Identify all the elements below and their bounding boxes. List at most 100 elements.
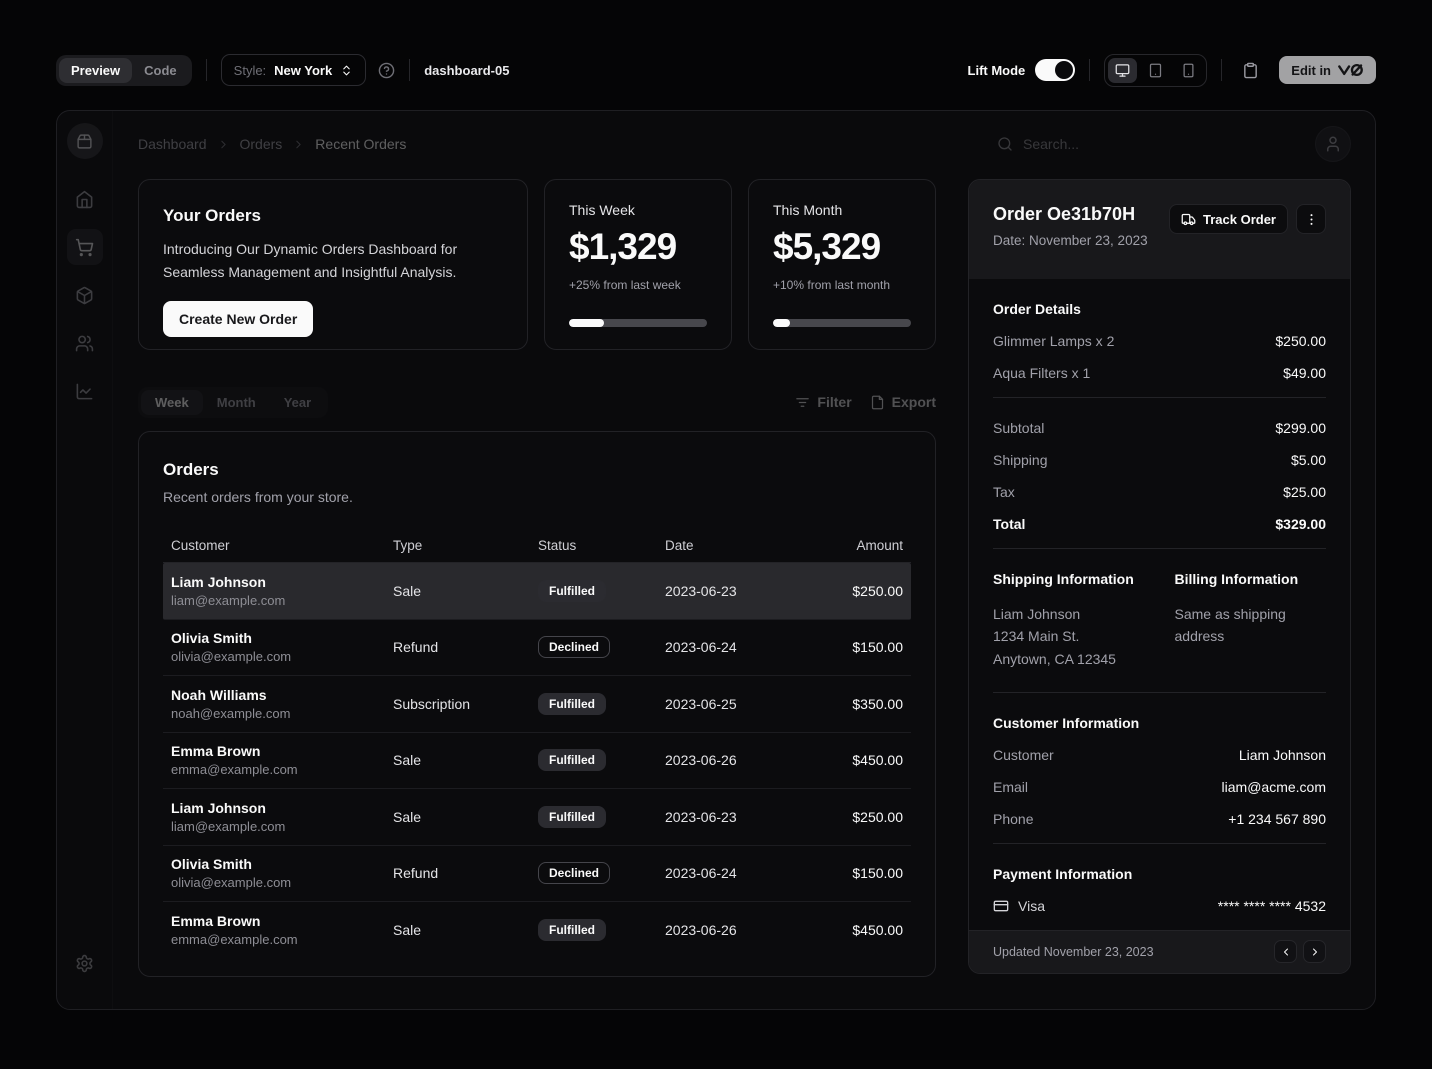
search-box xyxy=(997,136,1297,152)
sidebar-item-analytics[interactable] xyxy=(67,373,103,409)
order-details-heading: Order Details xyxy=(993,301,1326,317)
info-label: Email xyxy=(993,779,1028,795)
phone-view-button[interactable] xyxy=(1174,58,1203,83)
shopping-cart-icon xyxy=(75,238,94,257)
column-header-type: Type xyxy=(393,538,538,553)
order-date: 2023-06-26 xyxy=(665,752,805,768)
lift-mode-toggle[interactable] xyxy=(1035,59,1075,81)
total-row: Total$329.00 xyxy=(993,516,1326,532)
order-detail-panel: Order Oe31b70H Date: November 23, 2023 T… xyxy=(968,179,1351,974)
sidebar-item-orders[interactable] xyxy=(67,229,103,265)
order-date: 2023-06-24 xyxy=(665,639,805,655)
orders-table: Customer Type Status Date Amount Liam Jo… xyxy=(163,529,911,959)
table-row[interactable]: Liam Johnsonliam@example.com Sale Fulfil… xyxy=(163,789,911,846)
package2-logo-icon xyxy=(76,133,93,150)
filter-icon xyxy=(795,395,810,410)
customer-email: olivia@example.com xyxy=(171,649,393,664)
lift-mode-label: Lift Mode xyxy=(968,63,1026,78)
edit-in-v0-button[interactable]: Edit in xyxy=(1279,56,1376,84)
search-input[interactable] xyxy=(1023,136,1297,152)
divider xyxy=(993,397,1326,398)
order-type: Sale xyxy=(393,583,538,599)
customer-info-heading: Customer Information xyxy=(993,715,1326,731)
stat-delta: +25% from last week xyxy=(569,278,707,292)
customer-row: CustomerLiam Johnson xyxy=(993,747,1326,763)
tab-week[interactable]: Week xyxy=(141,390,203,415)
breadcrumb-dashboard[interactable]: Dashboard xyxy=(138,136,207,152)
chevron-right-icon xyxy=(292,138,305,151)
order-more-menu-button[interactable] xyxy=(1296,204,1326,234)
customer-email: liam@example.com xyxy=(171,819,393,834)
order-date: 2023-06-25 xyxy=(665,696,805,712)
user-avatar[interactable] xyxy=(1315,126,1351,162)
table-row[interactable]: Emma Brownemma@example.com Sale Fulfille… xyxy=(163,733,911,790)
period-tabs-row: Week Month Year Filter Export xyxy=(138,387,936,417)
code-tab[interactable]: Code xyxy=(132,58,189,83)
app-logo-button[interactable] xyxy=(67,123,103,159)
customer-email: olivia@example.com xyxy=(171,875,393,890)
customer-name: Emma Brown xyxy=(171,913,393,929)
next-order-button[interactable] xyxy=(1303,940,1326,963)
divider xyxy=(993,692,1326,693)
order-type: Subscription xyxy=(393,696,538,712)
table-row[interactable]: Olivia Smitholivia@example.com Refund De… xyxy=(163,846,911,903)
file-icon xyxy=(870,395,885,410)
chevron-right-icon xyxy=(1309,946,1321,958)
payment-method: Visa xyxy=(1018,898,1045,914)
period-tabs: Week Month Year xyxy=(138,387,328,418)
customer-email: liam@example.com xyxy=(171,593,393,608)
table-row[interactable]: Noah Williamsnoah@example.com Subscripti… xyxy=(163,676,911,733)
total-label: Tax xyxy=(993,484,1015,500)
create-new-order-button[interactable]: Create New Order xyxy=(163,301,313,337)
your-orders-card: Your Orders Introducing Our Dynamic Orde… xyxy=(138,179,528,350)
order-amount: $250.00 xyxy=(805,583,911,599)
order-type: Refund xyxy=(393,639,538,655)
preview-code-toggle: Preview Code xyxy=(56,55,192,86)
item-price: $250.00 xyxy=(1275,333,1326,349)
sidebar-item-customers[interactable] xyxy=(67,325,103,361)
divider xyxy=(409,59,410,81)
divider xyxy=(1089,59,1090,81)
clipboard-icon xyxy=(1242,62,1259,79)
help-circle-icon xyxy=(378,62,395,79)
order-type: Sale xyxy=(393,809,538,825)
payment-row: Visa **** **** **** 4532 xyxy=(993,898,1326,914)
sidebar xyxy=(57,111,113,1009)
tablet-view-button[interactable] xyxy=(1141,58,1170,83)
tab-year[interactable]: Year xyxy=(270,390,325,415)
track-order-label: Track Order xyxy=(1203,212,1276,227)
order-date: 2023-06-26 xyxy=(665,922,805,938)
subtotal-row: Subtotal$299.00 xyxy=(993,420,1326,436)
style-select[interactable]: Style: New York xyxy=(221,54,367,86)
help-button[interactable] xyxy=(378,62,395,79)
sidebar-item-products[interactable] xyxy=(67,277,103,313)
filter-button[interactable]: Filter xyxy=(795,394,851,410)
truck-icon xyxy=(1181,212,1196,227)
table-row[interactable]: Olivia Smitholivia@example.com Refund De… xyxy=(163,620,911,677)
column-header-status: Status xyxy=(538,538,665,553)
top-toolbar: Preview Code Style: New York dashboard-0… xyxy=(56,49,1376,91)
sidebar-item-settings[interactable] xyxy=(67,945,103,981)
sidebar-item-home[interactable] xyxy=(67,181,103,217)
preview-tab[interactable]: Preview xyxy=(59,58,132,83)
table-row[interactable]: Liam Johnsonliam@example.com Sale Fulfil… xyxy=(163,563,911,620)
tab-month[interactable]: Month xyxy=(203,390,270,415)
copy-code-button[interactable] xyxy=(1236,56,1265,85)
divider xyxy=(993,548,1326,549)
divider xyxy=(206,59,207,81)
order-amount: $450.00 xyxy=(805,752,911,768)
column-header-customer: Customer xyxy=(163,538,393,553)
customer-row: Phone+1 234 567 890 xyxy=(993,811,1326,827)
previous-order-button[interactable] xyxy=(1274,940,1297,963)
dashboard-canvas: Dashboard Orders Recent Orders Your Orde… xyxy=(56,110,1376,1010)
breadcrumb-orders[interactable]: Orders xyxy=(240,136,283,152)
order-item-row: Aqua Filters x 1$49.00 xyxy=(993,365,1326,381)
week-progress-fill xyxy=(569,319,604,327)
billing-text: Same as shipping address xyxy=(1175,603,1305,648)
desktop-view-button[interactable] xyxy=(1108,58,1137,83)
table-row[interactable]: Emma Brownemma@example.com Sale Fulfille… xyxy=(163,902,911,959)
customer-email: emma@example.com xyxy=(171,932,393,947)
track-order-button[interactable]: Track Order xyxy=(1169,204,1288,234)
export-button[interactable]: Export xyxy=(870,394,936,410)
payment-info-heading: Payment Information xyxy=(993,866,1326,882)
